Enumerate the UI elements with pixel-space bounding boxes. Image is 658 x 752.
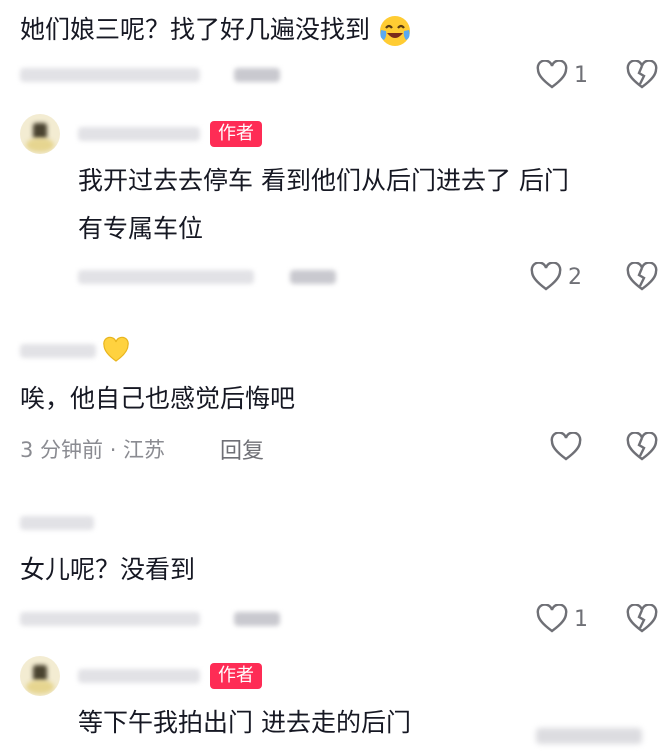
comment-3: 女儿呢？没看到 1	[0, 500, 658, 645]
blurred-meta	[78, 270, 254, 284]
like-count: 1	[574, 62, 588, 88]
blurred-reply	[234, 612, 280, 626]
heart-icon	[536, 60, 568, 89]
heart-icon	[536, 604, 568, 633]
dislike-button[interactable]	[626, 60, 658, 90]
blurred-reply	[290, 270, 336, 284]
comment-text: 唉，他自己也感觉后悔吧	[20, 384, 296, 413]
comment-text: 女儿呢？没看到	[20, 555, 196, 584]
dislike-broken-heart-icon	[626, 432, 658, 461]
reply-text-line-2: 有专属车位	[78, 214, 204, 243]
comment-text: 她们娘三呢？找了好几遍没找到	[20, 14, 412, 48]
dislike-broken-heart-icon	[626, 604, 658, 633]
dislike-broken-heart-icon	[626, 60, 658, 89]
like-button[interactable]	[550, 432, 582, 462]
blurred-meta	[20, 68, 200, 82]
avatar[interactable]	[20, 114, 60, 154]
blurred-reply	[234, 68, 280, 82]
dislike-broken-heart-icon	[626, 262, 658, 291]
like-count: 1	[574, 606, 588, 632]
author-badge: 作者	[210, 663, 262, 689]
comment-2: 唉，他自己也感觉后悔吧 3 分钟前 · 江苏 回复	[0, 330, 658, 480]
reply-text: 等下午我拍出门 进去走的后门	[78, 708, 411, 737]
comment-1: 她们娘三呢？找了好几遍没找到 1	[0, 0, 658, 110]
author-badge: 作者	[210, 121, 262, 147]
heart-icon	[550, 432, 582, 461]
like-button[interactable]: 2	[530, 262, 582, 292]
blurred-watermark	[536, 728, 642, 744]
blurred-username	[78, 669, 200, 683]
heart-icon	[530, 262, 562, 291]
reply-1: 作者 我开过去去停车 看到他们从后门进去了 后门 有专属车位 2	[0, 110, 658, 310]
blurred-username	[20, 344, 96, 358]
dislike-button[interactable]	[626, 432, 658, 462]
blurred-username	[78, 127, 200, 141]
dislike-button[interactable]	[626, 604, 658, 634]
dislike-button[interactable]	[626, 262, 658, 292]
comment-time-location: 3 分钟前 · 江苏	[20, 438, 166, 462]
reply-text-line-1: 我开过去去停车 看到他们从后门进去了 后门	[78, 166, 569, 195]
blurred-username	[20, 516, 94, 530]
reply-button[interactable]: 回复	[220, 433, 264, 465]
like-button[interactable]: 1	[536, 604, 588, 634]
yellow-heart-emoji-icon	[103, 336, 129, 362]
blurred-meta	[20, 612, 200, 626]
like-count: 2	[568, 264, 582, 290]
avatar[interactable]	[20, 656, 60, 696]
like-button[interactable]: 1	[536, 60, 588, 90]
laughing-crying-emoji-icon	[379, 16, 410, 46]
